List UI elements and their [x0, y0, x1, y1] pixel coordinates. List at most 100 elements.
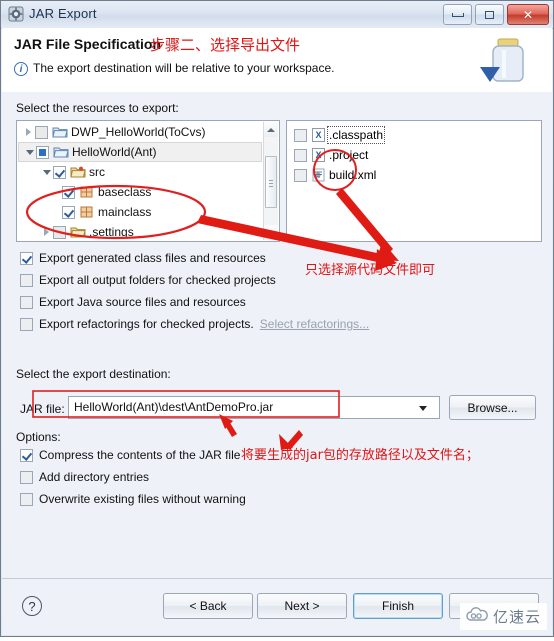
tree-row[interactable]: .settings	[18, 222, 262, 242]
file-name: .classpath	[326, 126, 386, 144]
option-label: Export generated class files and resourc…	[39, 251, 266, 265]
folder-closed-icon	[52, 125, 68, 139]
options-label: Options:	[16, 430, 61, 444]
cloud-logo-icon	[466, 607, 488, 626]
file-name: build.xml	[329, 168, 377, 182]
tree-checkbox[interactable]	[62, 185, 75, 199]
file-name: .project	[329, 148, 369, 162]
tree-row[interactable]: HelloWorld(Ant)	[18, 142, 262, 162]
folder-closed-icon	[70, 225, 86, 239]
tree-row[interactable]: DWP_HelloWorld(ToCvs)	[18, 122, 262, 142]
tree-twisty-expanded[interactable]	[23, 149, 36, 155]
option-label: Overwrite existing files without warning	[39, 492, 246, 506]
scroll-down-icon[interactable]	[264, 225, 278, 240]
tree-row[interactable]: mainclass	[18, 202, 262, 222]
checkbox[interactable]	[20, 295, 33, 309]
option-label: Add directory entries	[39, 470, 150, 484]
tree-row[interactable]: src	[18, 162, 262, 182]
header-annotation: 步骤二、选择导出文件	[150, 36, 301, 54]
option-export-java-source-files[interactable]: Export Java source files and resources	[20, 295, 246, 309]
option-add-directory-entries[interactable]: Add directory entries	[20, 470, 149, 484]
next-button[interactable]: Next >	[257, 593, 347, 619]
option-label: Export Java source files and resources	[39, 295, 246, 309]
xml-file-icon: X	[312, 148, 325, 162]
resource-tree-panel[interactable]: DWP_HelloWorld(ToCvs) HelloWorld(Ant) sr…	[16, 120, 280, 242]
checkbox[interactable]	[20, 448, 33, 462]
tree-twisty-collapsed[interactable]	[40, 228, 53, 236]
checkbox[interactable]	[20, 317, 33, 331]
finish-button[interactable]: Finish	[353, 593, 443, 619]
option-label: Compress the contents of the JAR file	[39, 448, 241, 462]
option-overwrite-existing[interactable]: Overwrite existing files without warning	[20, 492, 246, 506]
tree-checkbox[interactable]	[53, 225, 66, 239]
tree-row-label: baseclass	[98, 185, 152, 199]
checkbox[interactable]	[20, 470, 33, 484]
tree-checkbox[interactable]	[62, 205, 75, 219]
tree-twisty-collapsed[interactable]	[22, 128, 35, 136]
file-list-panel[interactable]: X .classpath X .project build.xml	[286, 120, 542, 242]
header-info: i The export destination will be relativ…	[14, 61, 334, 76]
source-folder-icon	[70, 165, 86, 179]
jar-bottle-icon	[478, 32, 536, 90]
window-title: JAR Export	[29, 6, 97, 21]
minimize-icon	[444, 5, 471, 24]
folder-open-icon	[53, 145, 69, 159]
tree-scrollbar[interactable]	[263, 122, 278, 240]
tree-row[interactable]: baseclass	[18, 182, 262, 202]
tree-row-label: DWP_HelloWorld(ToCvs)	[71, 125, 206, 139]
tree-twisty-expanded[interactable]	[40, 169, 53, 175]
file-checkbox[interactable]	[294, 128, 307, 142]
maximize-icon	[476, 5, 503, 24]
scroll-up-icon[interactable]	[264, 122, 278, 137]
watermark: 亿速云	[459, 603, 547, 630]
page-title: JAR File Specification	[14, 36, 162, 52]
tree-checkbox[interactable]	[36, 145, 49, 159]
file-checkbox[interactable]	[294, 148, 307, 162]
maximize-button[interactable]	[475, 4, 504, 25]
close-icon: ✕	[522, 7, 534, 22]
package-icon	[79, 185, 95, 199]
jar-export-dialog: JAR Export ✕ JAR File Specification 步骤二、…	[0, 0, 554, 637]
option-label: Export refactorings for checked projects…	[39, 317, 254, 331]
option-export-generated-class-files[interactable]: Export generated class files and resourc…	[20, 251, 266, 265]
resource-tree[interactable]: DWP_HelloWorld(ToCvs) HelloWorld(Ant) sr…	[18, 122, 262, 242]
info-icon: i	[14, 62, 28, 76]
checkbox[interactable]	[20, 492, 33, 506]
back-button[interactable]: < Back	[163, 593, 253, 619]
window-controls: ✕	[443, 4, 549, 25]
tree-checkbox[interactable]	[53, 165, 66, 179]
xml-file-icon: X	[312, 128, 325, 142]
jar-file-input[interactable]: HelloWorld(Ant)\dest\AntDemoPro.jar	[68, 396, 440, 419]
resources-label: Select the resources to export:	[16, 101, 179, 115]
close-button[interactable]: ✕	[507, 4, 549, 25]
checkbox[interactable]	[20, 273, 33, 287]
watermark-text: 亿速云	[492, 608, 541, 626]
header-info-text: The export destination will be relative …	[33, 61, 335, 75]
minimize-button[interactable]	[443, 4, 472, 25]
option-label: Export all output folders for checked pr…	[39, 273, 276, 287]
title-bar: JAR Export ✕	[1, 1, 553, 29]
file-list[interactable]: X .classpath X .project build.xml	[288, 125, 540, 185]
scrollbar-thumb[interactable]	[265, 156, 277, 208]
list-item[interactable]: X .project	[288, 145, 540, 165]
browse-button[interactable]: Browse...	[449, 395, 536, 420]
tree-row-label: mainclass	[98, 205, 152, 219]
chevron-down-icon[interactable]	[419, 406, 427, 411]
destination-label: Select the export destination:	[16, 367, 171, 381]
help-icon[interactable]: ?	[22, 596, 42, 616]
dialog-body: Select the resources to export: DWP_Hell…	[2, 92, 552, 580]
option-export-refactorings[interactable]: Export refactorings for checked projects…	[20, 317, 369, 331]
tree-row-label: HelloWorld(Ant)	[72, 145, 157, 159]
tree-checkbox[interactable]	[35, 125, 48, 139]
jar-file-label: JAR file:	[20, 402, 65, 416]
file-checkbox[interactable]	[294, 168, 307, 182]
list-item[interactable]: build.xml	[288, 165, 540, 185]
tree-row-label: src	[89, 165, 105, 179]
list-item[interactable]: X .classpath	[288, 125, 540, 145]
package-icon	[79, 205, 95, 219]
select-refactorings-link[interactable]: Select refactorings...	[260, 317, 369, 331]
checkbox[interactable]	[20, 251, 33, 265]
option-compress-jar[interactable]: Compress the contents of the JAR file	[20, 448, 240, 462]
tree-row-label: .settings	[89, 225, 134, 239]
option-export-all-output-folders[interactable]: Export all output folders for checked pr…	[20, 273, 276, 287]
